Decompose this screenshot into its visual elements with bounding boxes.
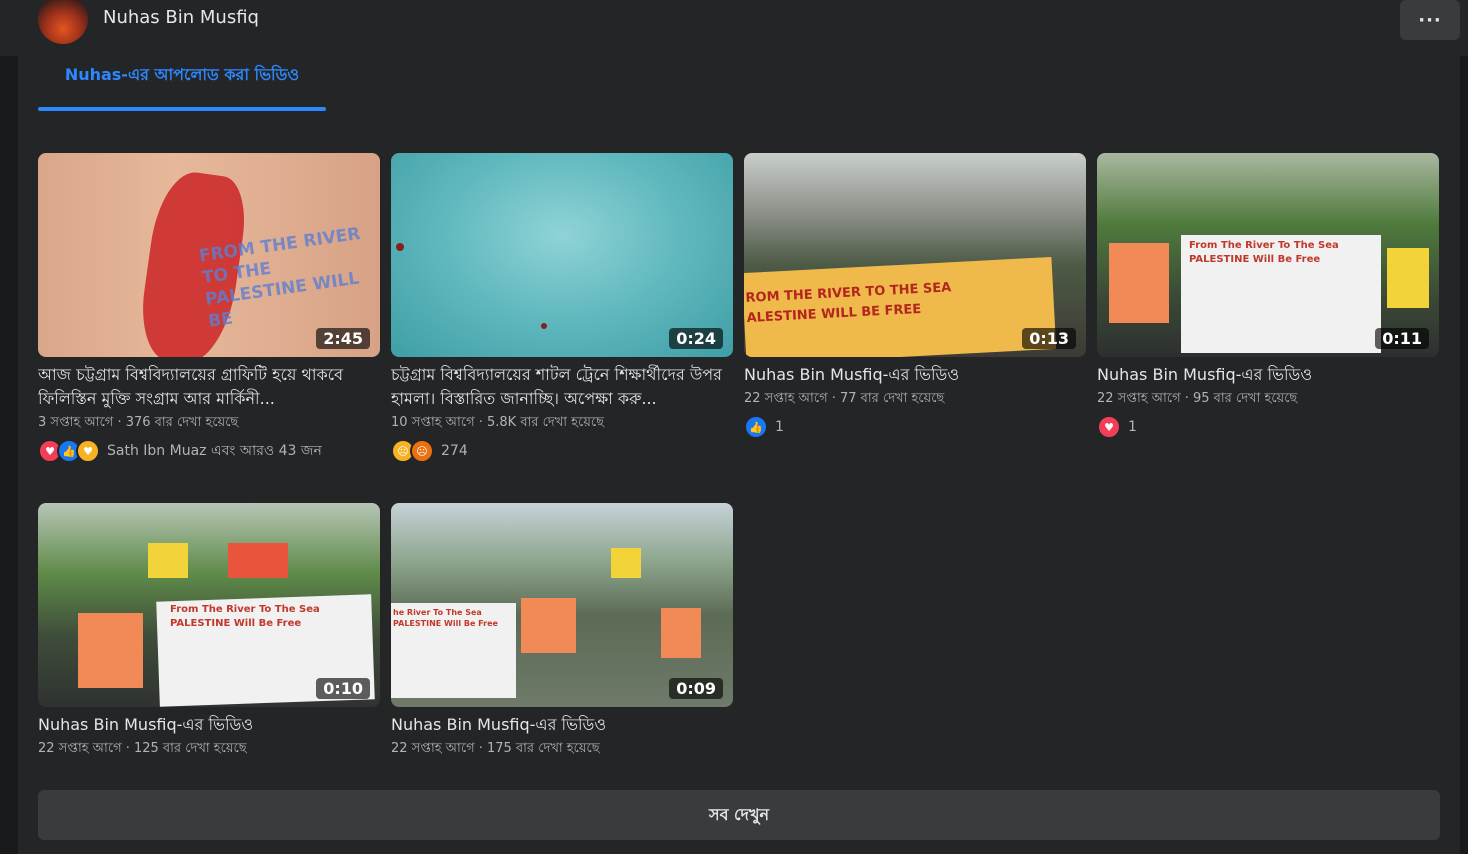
video-title[interactable]: Nuhas Bin Musfiq-এর ভিডিও <box>391 713 733 737</box>
reaction-summary[interactable]: ☹ ☹ 274 <box>391 439 733 463</box>
video-duration: 0:24 <box>669 328 723 349</box>
video-title[interactable]: চট্টগ্রাম বিশ্ববিদ্যালয়ের শাটল ট্রেনে শ… <box>391 363 733 411</box>
video-meta: 22 সপ্তাহ আগে · 125 বার দেখা হয়েছে <box>38 741 247 756</box>
video-meta: 3 সপ্তাহ আগে · 376 বার দেখা হয়েছে <box>38 415 239 430</box>
video-title[interactable]: Nuhas Bin Musfiq-এর ভিডিও <box>1097 363 1439 387</box>
video-card[interactable]: he River To The Sea PALESTINE Will Be Fr… <box>391 503 733 759</box>
see-all-button[interactable]: সব দেখুন <box>38 790 1440 840</box>
tab-active-indicator <box>38 107 326 111</box>
reaction-text: 1 <box>775 419 784 435</box>
tab-uploaded-videos[interactable]: Nuhas-এর আপলোড করা ভিডিও <box>38 64 326 112</box>
video-thumbnail[interactable]: he River To The Sea PALESTINE Will Be Fr… <box>391 503 733 707</box>
videos-panel: Nuhas-এর আপলোড করা ভিডিও FROM THE RIVER … <box>18 56 1460 854</box>
video-thumbnail[interactable]: From The River To The Sea PALESTINE Will… <box>1097 153 1439 357</box>
more-icon: ··· <box>1418 9 1442 31</box>
thumbnail-text: he River To The Sea PALESTINE Will Be Fr… <box>393 608 498 628</box>
reaction-summary[interactable]: 👍 1 <box>744 415 1086 439</box>
heart-icon: ♥ <box>1097 415 1121 439</box>
like-icon: 👍 <box>744 415 768 439</box>
video-card[interactable]: 0:24 চট্টগ্রাম বিশ্ববিদ্যালয়ের শাটল ট্র… <box>391 153 733 463</box>
video-card[interactable]: From The River To The Sea PALESTINE Will… <box>38 503 380 759</box>
video-meta: 22 সপ্তাহ আগে · 175 বার দেখা হয়েছে <box>391 741 600 756</box>
video-thumbnail[interactable]: ROM THE RIVER TO THE SEA ALESTINE WILL B… <box>744 153 1086 357</box>
video-thumbnail[interactable]: FROM THE RIVER TO THE PALESTINE WILL BE … <box>38 153 380 357</box>
video-meta: 22 সপ্তাহ আগে · 77 বার দেখা হয়েছে <box>744 391 945 406</box>
reaction-summary[interactable]: ♥ 👍 ♥ Sath Ibn Muaz এবং আরও 43 জন <box>38 439 380 463</box>
video-thumbnail[interactable]: From The River To The Sea PALESTINE Will… <box>38 503 380 707</box>
reaction-text: 1 <box>1128 419 1137 435</box>
video-title[interactable]: Nuhas Bin Musfiq-এর ভিডিও <box>38 713 380 737</box>
more-options-button[interactable]: ··· <box>1400 0 1460 40</box>
video-title[interactable]: আজ চট্টগ্রাম বিশ্ববিদ্যালয়ের গ্রাফিটি হ… <box>38 363 380 411</box>
video-duration: 0:11 <box>1375 328 1429 349</box>
video-duration: 0:09 <box>669 678 723 699</box>
care-icon: ♥ <box>76 439 100 463</box>
reaction-text: 274 <box>441 443 468 459</box>
video-meta: 10 সপ্তাহ আগে · 5.8K বার দেখা হয়েছে <box>391 415 604 430</box>
avatar[interactable] <box>38 0 88 44</box>
video-duration: 2:45 <box>316 328 370 349</box>
profile-name[interactable]: Nuhas Bin Musfiq <box>103 7 259 28</box>
video-title[interactable]: Nuhas Bin Musfiq-এর ভিডিও <box>744 363 1086 387</box>
video-thumbnail[interactable]: 0:24 <box>391 153 733 357</box>
angry-icon: ☹ <box>410 439 434 463</box>
video-duration: 0:13 <box>1022 328 1076 349</box>
video-card[interactable]: FROM THE RIVER TO THE PALESTINE WILL BE … <box>38 153 380 463</box>
reaction-text: Sath Ibn Muaz এবং আরও 43 জন <box>107 443 322 459</box>
thumbnail-text: From The River To The Sea PALESTINE Will… <box>170 604 320 629</box>
video-meta: 22 সপ্তাহ আগে · 95 বার দেখা হয়েছে <box>1097 391 1298 406</box>
video-card[interactable]: ROM THE RIVER TO THE SEA ALESTINE WILL B… <box>744 153 1086 439</box>
thumbnail-text: From The River To The Sea PALESTINE Will… <box>1189 240 1339 265</box>
video-duration: 0:10 <box>316 678 370 699</box>
video-card[interactable]: From The River To The Sea PALESTINE Will… <box>1097 153 1439 439</box>
profile-header: Nuhas Bin Musfiq ··· <box>0 0 1468 56</box>
reaction-summary[interactable]: ♥ 1 <box>1097 415 1439 439</box>
